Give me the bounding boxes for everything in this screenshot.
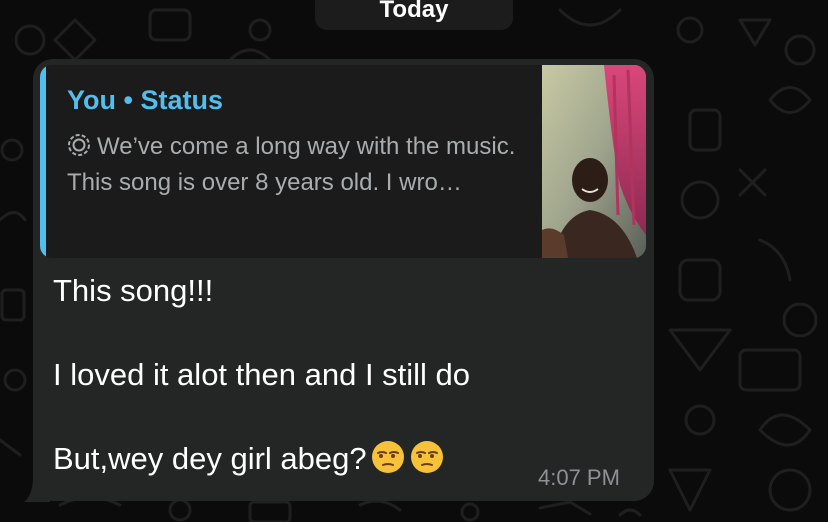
message-line-3-wrap: But,wey dey girl abeg? [53, 438, 523, 480]
unamused-face-emoji [371, 441, 404, 473]
date-separator: Today [315, 0, 513, 30]
quote-body: We’ve come a long way with the music. Th… [67, 129, 522, 201]
quote-line-1: We’ve come a long way with the music. [97, 133, 516, 160]
quote-title: You • Status [67, 85, 223, 115]
message-line-2: I loved it alot then and I still do [53, 357, 471, 392]
status-reply-quote[interactable]: You • Status We’ve come a long way with … [40, 65, 646, 258]
quote-accent-bar [40, 65, 46, 258]
message-timestamp: 4:07 PM [538, 465, 620, 490]
quote-line-2: This song is over 8 years old. I wro… [67, 169, 462, 196]
message-text: This song!!! I loved it alot then and I … [53, 270, 523, 480]
status-photo-thumbnail [542, 65, 646, 258]
date-separator-label: Today [379, 0, 449, 23]
message-line-3: But,wey dey girl abeg? [53, 441, 367, 476]
status-ring-icon [68, 134, 90, 156]
unamused-face-emoji [410, 441, 443, 473]
message-line-1: This song!!! [53, 273, 214, 308]
